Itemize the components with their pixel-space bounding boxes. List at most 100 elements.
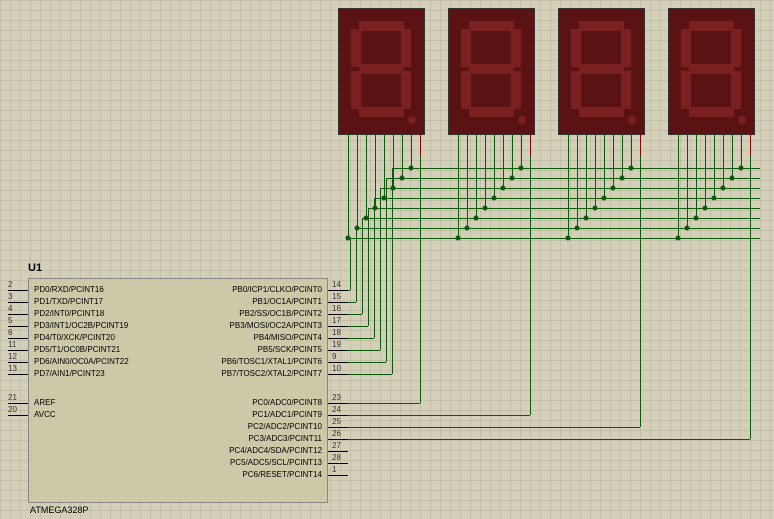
wire bbox=[374, 198, 375, 338]
wire bbox=[357, 152, 358, 228]
pin-stub bbox=[8, 374, 28, 375]
wire-junction bbox=[730, 176, 735, 181]
pin-number: 20 bbox=[8, 405, 17, 414]
wire-junction bbox=[694, 216, 699, 221]
wire bbox=[384, 152, 385, 198]
seven-segment-display-4[interactable] bbox=[668, 8, 755, 135]
wire-junction bbox=[346, 236, 351, 241]
wire-junction bbox=[620, 176, 625, 181]
display-pin-lead bbox=[411, 134, 412, 152]
pin-label: PB2/SS/OC1B/PCINT2 bbox=[239, 309, 322, 318]
wire-junction bbox=[602, 196, 607, 201]
segment-f bbox=[461, 29, 471, 67]
segment-c bbox=[401, 71, 411, 109]
segment-a bbox=[579, 21, 624, 31]
pin-label: PB4/MISO/PCINT4 bbox=[254, 333, 322, 342]
wire bbox=[705, 152, 706, 208]
display-pin-lead bbox=[678, 134, 679, 152]
wire bbox=[714, 152, 715, 198]
wire-bus bbox=[350, 238, 760, 239]
pin-stub bbox=[8, 403, 28, 404]
segment-b bbox=[621, 29, 631, 67]
pin-label: PB7/TOSC2/XTAL2/PCINT7 bbox=[221, 369, 322, 378]
display-pin-lead bbox=[631, 134, 632, 152]
segment-a bbox=[689, 21, 734, 31]
pin-label: PC5/ADC5/SCL/PCINT13 bbox=[230, 458, 322, 467]
display-pin-lead bbox=[366, 134, 367, 152]
pin-number: 1 bbox=[332, 465, 336, 474]
pin-stub bbox=[328, 314, 348, 315]
wire-junction bbox=[712, 196, 717, 201]
pin-number: 19 bbox=[332, 340, 341, 349]
wire bbox=[375, 152, 376, 208]
wire bbox=[420, 156, 421, 403]
display-pin-lead bbox=[604, 134, 605, 152]
pin-label: PB1/OC1A/PCINT1 bbox=[252, 297, 322, 306]
wire-junction bbox=[703, 206, 708, 211]
wire bbox=[467, 152, 468, 228]
segment-b bbox=[731, 29, 741, 67]
wire-junction bbox=[456, 236, 461, 241]
wire bbox=[392, 168, 393, 374]
pin-number: 23 bbox=[332, 393, 341, 402]
wire bbox=[380, 188, 381, 350]
pin-number: 13 bbox=[8, 364, 17, 373]
display-pin-lead bbox=[393, 134, 394, 152]
wire-junction bbox=[474, 216, 479, 221]
wire bbox=[750, 156, 751, 439]
pin-stub bbox=[328, 427, 348, 428]
wire-junction bbox=[465, 226, 470, 231]
wire bbox=[348, 314, 362, 315]
wire bbox=[568, 152, 569, 238]
wire bbox=[348, 374, 392, 375]
wire bbox=[723, 152, 724, 188]
display-pin-lead bbox=[723, 134, 724, 152]
wire bbox=[368, 208, 369, 326]
wire-junction bbox=[566, 236, 571, 241]
wire bbox=[348, 403, 420, 404]
pin-number: 21 bbox=[8, 393, 17, 402]
wire-junction bbox=[575, 226, 580, 231]
segment-b bbox=[401, 29, 411, 67]
pin-label: PB3/MOSI/OC2A/PCINT3 bbox=[230, 321, 322, 330]
seven-segment-display-3[interactable] bbox=[558, 8, 645, 135]
display-pin-lead bbox=[732, 134, 733, 152]
segment-c bbox=[511, 71, 521, 109]
pin-number: 18 bbox=[332, 328, 341, 337]
wire-junction bbox=[510, 176, 515, 181]
segment-e bbox=[351, 71, 361, 109]
segment-e bbox=[461, 71, 471, 109]
wire bbox=[348, 338, 374, 339]
wire bbox=[386, 178, 387, 362]
pin-number: 4 bbox=[8, 304, 12, 313]
wire bbox=[485, 152, 486, 208]
wire-junction bbox=[584, 216, 589, 221]
display-pin-lead bbox=[687, 134, 688, 152]
chip-name: ATMEGA328P bbox=[30, 505, 88, 515]
wire-junction bbox=[593, 206, 598, 211]
wire-junction bbox=[519, 166, 524, 171]
pin-stub bbox=[328, 415, 348, 416]
pin-stub bbox=[328, 475, 348, 476]
wire-bus bbox=[392, 168, 760, 169]
pin-stub bbox=[8, 302, 28, 303]
pin-label: PC2/ADC2/PCINT10 bbox=[248, 422, 322, 431]
pin-number: 25 bbox=[332, 417, 341, 426]
seven-segment-display-1[interactable] bbox=[338, 8, 425, 135]
wire bbox=[640, 156, 641, 427]
wire bbox=[393, 152, 394, 188]
seven-segment-display-2[interactable] bbox=[448, 8, 535, 135]
display-pin-lead bbox=[741, 134, 742, 152]
segment-g bbox=[359, 64, 404, 74]
wire bbox=[732, 152, 733, 178]
wire bbox=[348, 302, 356, 303]
pin-number: 24 bbox=[332, 405, 341, 414]
chip-ref: U1 bbox=[28, 262, 42, 274]
wire bbox=[348, 415, 530, 416]
wire-bus bbox=[362, 218, 760, 219]
display-cathode-lead bbox=[530, 134, 531, 156]
wire bbox=[348, 326, 368, 327]
display-pin-lead bbox=[402, 134, 403, 152]
display-pin-lead bbox=[577, 134, 578, 152]
wire-bus bbox=[374, 198, 760, 199]
